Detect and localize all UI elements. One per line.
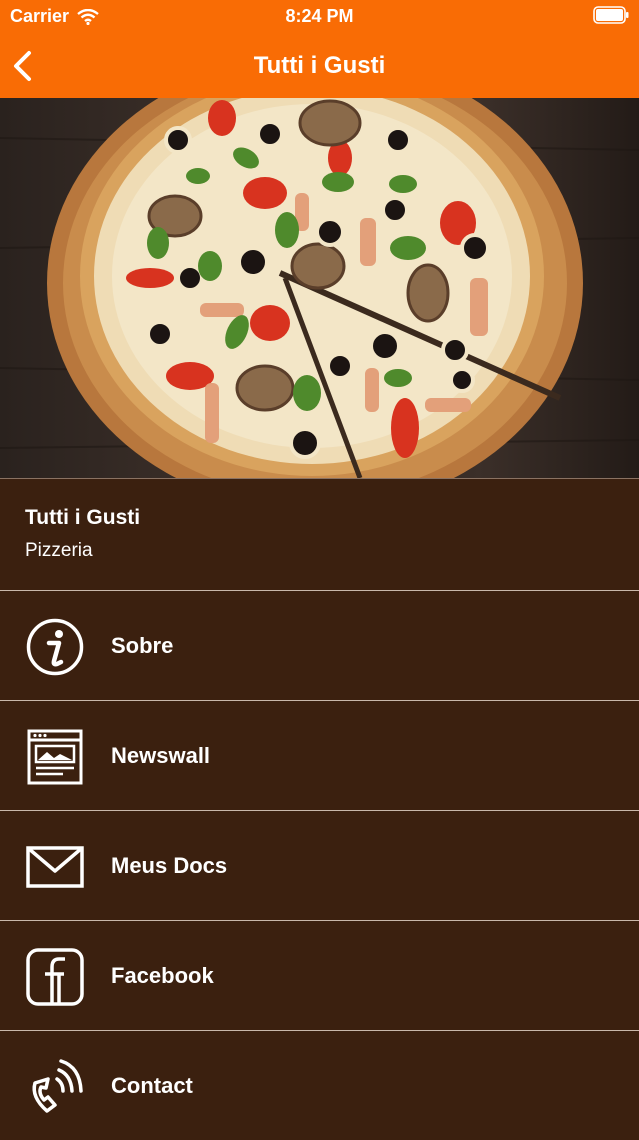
- battery-icon: [593, 6, 629, 24]
- business-info: Tutti i Gusti Pizzeria: [0, 478, 639, 591]
- menu-item-newswall[interactable]: Newswall: [0, 700, 639, 810]
- menu-item-contact[interactable]: Contact: [0, 1030, 639, 1140]
- page-title: Tutti i Gusti: [253, 52, 386, 79]
- clock: 8:24 PM: [285, 6, 354, 26]
- business-name: Tutti i Gusti: [25, 506, 141, 529]
- menu-item-label: Meus Docs: [111, 853, 228, 878]
- navigation-bar: Tutti i Gusti: [0, 34, 639, 98]
- menu-item-facebook[interactable]: Facebook: [0, 920, 639, 1030]
- menu-item-label: Sobre: [111, 633, 174, 658]
- menu-item-label: Contact: [111, 1073, 193, 1098]
- menu-item-meus-docs[interactable]: Meus Docs: [0, 810, 639, 920]
- status-bar: Carrier 8:24 PM: [0, 0, 639, 34]
- info-icon: [26, 618, 84, 676]
- hero-image: [0, 98, 639, 478]
- envelope-icon: [26, 846, 84, 888]
- business-category: Pizzeria: [25, 540, 93, 561]
- menu-item-label: Facebook: [111, 963, 214, 988]
- header: Carrier 8:24 PM Tutti i Gusti: [0, 0, 639, 98]
- pizza-photo: [0, 98, 639, 478]
- menu-item-sobre[interactable]: Sobre: [0, 590, 639, 700]
- newspaper-icon: [27, 729, 83, 785]
- phone-icon: [32, 1059, 83, 1113]
- menu-item-label: Newswall: [111, 743, 211, 768]
- facebook-icon: [26, 948, 84, 1006]
- menu-list: Sobre Newswall Meus Docs Facebook Contac…: [0, 590, 639, 1140]
